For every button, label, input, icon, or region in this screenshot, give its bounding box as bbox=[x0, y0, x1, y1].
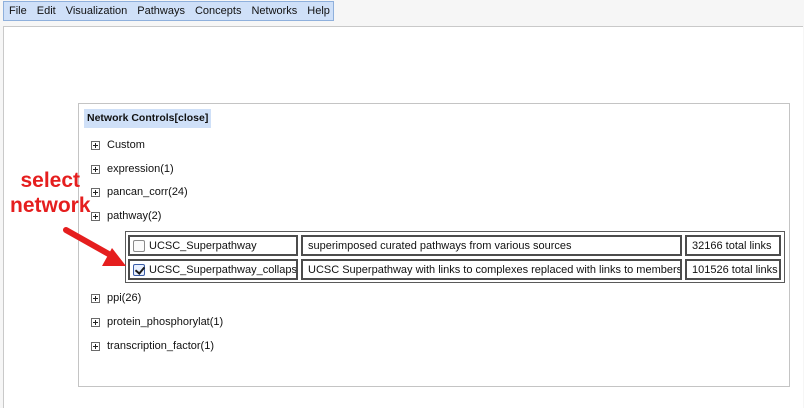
network-links: 32166 total links bbox=[692, 239, 772, 252]
group-pancan-corr[interactable]: pancan_corr(24) bbox=[91, 184, 188, 200]
menu-file[interactable]: File bbox=[4, 2, 32, 20]
network-links-cell: 32166 total links bbox=[685, 235, 781, 256]
group-label: Custom bbox=[107, 139, 145, 151]
expand-plus-icon[interactable] bbox=[91, 211, 100, 221]
expand-plus-icon[interactable] bbox=[91, 164, 100, 174]
group-label: pancan_corr(24) bbox=[107, 186, 188, 198]
group-protein-phosphorylat[interactable]: protein_phosphorylat(1) bbox=[91, 314, 223, 330]
close-link[interactable]: [close] bbox=[175, 112, 209, 124]
menu-visualization[interactable]: Visualization bbox=[61, 2, 133, 20]
network-links: 101526 total links bbox=[692, 263, 778, 276]
network-description: UCSC Superpathway with links to complexe… bbox=[308, 263, 682, 276]
network-name: UCSC_Superpathway bbox=[149, 239, 257, 252]
menu-edit[interactable]: Edit bbox=[32, 2, 61, 20]
annotation-line-2: network bbox=[10, 194, 91, 217]
menu-pathways[interactable]: Pathways bbox=[132, 2, 190, 20]
menu-help[interactable]: Help bbox=[302, 2, 335, 20]
annotation-line-1: select bbox=[20, 169, 81, 192]
group-label: ppi(26) bbox=[107, 292, 142, 304]
group-pathway[interactable]: pathway(2) bbox=[91, 208, 161, 224]
panel-title: Network Controls bbox=[87, 112, 175, 124]
expand-plus-icon[interactable] bbox=[91, 317, 100, 327]
network-links-cell: 101526 total links bbox=[685, 259, 781, 280]
network-name-cell[interactable]: UCSC_Superpathway bbox=[128, 235, 298, 256]
expand-plus-icon[interactable] bbox=[91, 140, 100, 150]
group-ppi[interactable]: ppi(26) bbox=[91, 290, 141, 306]
pathway-network-table: UCSC_Superpathway superimposed curated p… bbox=[125, 231, 785, 283]
expand-plus-icon[interactable] bbox=[91, 187, 100, 197]
expand-plus-icon[interactable] bbox=[91, 293, 100, 303]
panel-title-bar: Network Controls[close] bbox=[84, 109, 212, 128]
menu-networks[interactable]: Networks bbox=[246, 2, 302, 20]
group-label: transcription_factor(1) bbox=[107, 340, 214, 352]
network-name-cell[interactable]: UCSC_Superpathway_collapsed bbox=[128, 259, 298, 280]
group-custom[interactable]: Custom bbox=[91, 137, 145, 153]
group-label: protein_phosphorylat(1) bbox=[107, 316, 224, 328]
select-network-annotation: select network bbox=[10, 168, 91, 218]
network-description: superimposed curated pathways from vario… bbox=[308, 239, 572, 252]
network-name: UCSC_Superpathway_collapsed bbox=[149, 263, 298, 276]
group-transcription-factor[interactable]: transcription_factor(1) bbox=[91, 338, 214, 354]
menu-bar: File Edit Visualization Pathways Concept… bbox=[3, 1, 334, 21]
network-controls-panel: Network Controls[close] Custom expressio… bbox=[78, 103, 790, 387]
network-description-cell: superimposed curated pathways from vario… bbox=[301, 235, 682, 256]
group-label: pathway(2) bbox=[107, 210, 162, 222]
network-checkbox[interactable] bbox=[133, 263, 145, 276]
network-description-cell: UCSC Superpathway with links to complexe… bbox=[301, 259, 682, 280]
group-label: expression(1) bbox=[107, 163, 174, 175]
expand-plus-icon[interactable] bbox=[91, 341, 100, 351]
menu-concepts[interactable]: Concepts bbox=[190, 2, 246, 20]
network-checkbox[interactable] bbox=[133, 239, 145, 252]
group-expression[interactable]: expression(1) bbox=[91, 161, 174, 177]
